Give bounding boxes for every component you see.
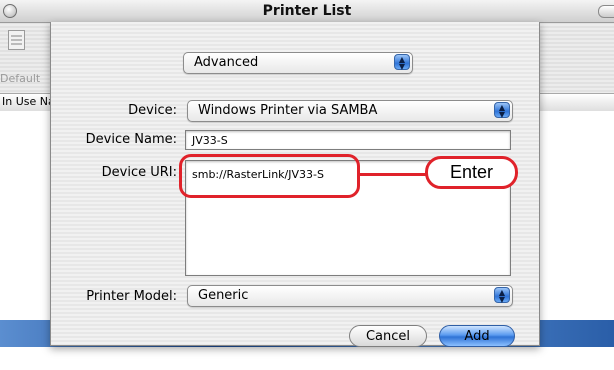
window-title: Printer List bbox=[262, 3, 352, 19]
printer-model-value: Generic bbox=[198, 288, 249, 303]
device-label: Device: bbox=[128, 103, 177, 118]
printer-model-label: Printer Model: bbox=[86, 289, 177, 304]
title-bar[interactable]: Printer List bbox=[0, 0, 614, 23]
device-name-field[interactable]: JV33-S bbox=[185, 130, 511, 150]
make-default-label[interactable]: Default bbox=[0, 72, 40, 85]
popup-arrows-icon: ▲ ▼ bbox=[394, 54, 410, 71]
add-button[interactable]: Add bbox=[439, 325, 515, 347]
toolbar-toggle-icon[interactable] bbox=[598, 5, 614, 18]
connection-type-value: Advanced bbox=[194, 55, 259, 70]
annotation-connector bbox=[360, 173, 426, 176]
cancel-button[interactable]: Cancel bbox=[349, 325, 427, 347]
device-uri-label: Device URI: bbox=[101, 165, 177, 180]
device-value: Windows Printer via SAMBA bbox=[198, 103, 378, 118]
printer-list-window: Printer List Default In Use Name Advance… bbox=[0, 0, 614, 347]
annotation-highlight bbox=[179, 154, 360, 198]
popup-arrows-icon: ▲ ▼ bbox=[494, 102, 510, 119]
device-name-value: JV33-S bbox=[192, 134, 228, 147]
printer-model-popup[interactable]: Generic ▲ ▼ bbox=[187, 285, 513, 307]
printer-icon[interactable] bbox=[8, 30, 25, 50]
toolbar: Default bbox=[0, 22, 50, 85]
connection-type-popup[interactable]: Advanced ▲ ▼ bbox=[183, 52, 413, 74]
popup-arrows-icon: ▲ ▼ bbox=[494, 287, 510, 304]
device-popup[interactable]: Windows Printer via SAMBA ▲ ▼ bbox=[187, 100, 513, 122]
annotation-callout: Enter bbox=[425, 156, 518, 189]
device-name-label: Device Name: bbox=[85, 132, 177, 147]
